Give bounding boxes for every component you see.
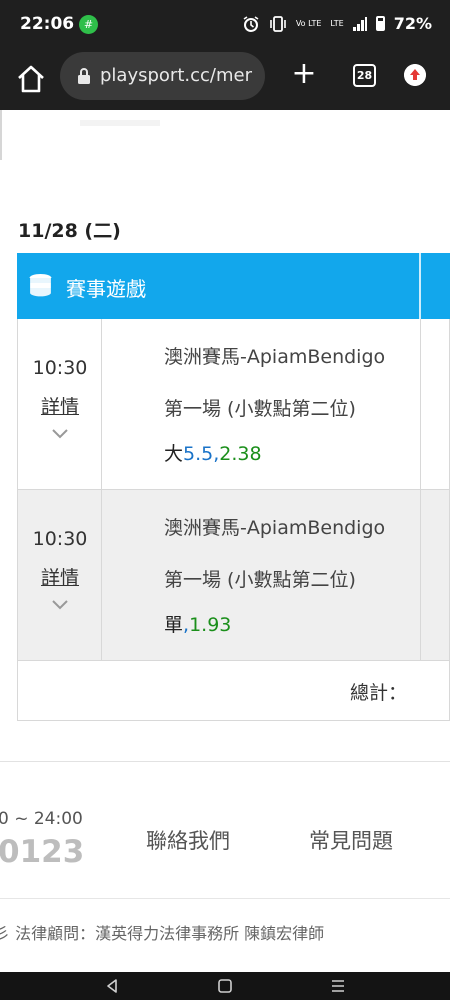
volte-icon: Vo LTE: [295, 18, 322, 28]
tab-switcher-icon[interactable]: 28: [353, 64, 376, 87]
game-time: 10:30: [32, 357, 88, 379]
notification-badge-icon: #: [79, 15, 98, 34]
pick: 單,1.93: [164, 610, 231, 637]
service-phone: 0123: [0, 834, 85, 870]
faint-divider: [80, 120, 160, 126]
pick-selection: 單: [164, 614, 184, 636]
detail-link[interactable]: 詳情: [18, 563, 102, 590]
status-bar: 22:06 # Vo LTE LTE 72%: [0, 0, 450, 50]
home-icon[interactable]: [14, 62, 48, 96]
pick-odds: 2.38: [219, 443, 262, 465]
event-subtitle: 第一場 (小數點第二位): [164, 569, 356, 591]
lock-icon: [78, 68, 90, 84]
signal-icon: [352, 16, 367, 31]
browser-toolbar: playsport.cc/mer + 28: [0, 50, 450, 110]
header-separator: [419, 253, 421, 319]
status-icons: Vo LTE LTE 72%: [242, 14, 432, 33]
vibrate-icon: [270, 15, 286, 32]
legal-advisor-text: 彡 法律顧問：漢英得力法律事務所 陳鎮宏律師: [0, 924, 325, 943]
time-cell: 10:30 詳情: [18, 490, 102, 660]
back-icon[interactable]: [98, 972, 126, 1000]
detail-link[interactable]: 詳情: [18, 392, 102, 419]
content-card: 11/28 (二) 賽事遊戲 10:30 詳情 澳洲賽馬-ApiamBendig…: [0, 110, 450, 762]
row-separator: [420, 490, 421, 660]
system-nav-bar: [0, 972, 450, 1000]
alarm-icon: [243, 15, 259, 32]
update-icon[interactable]: [404, 64, 426, 86]
pick: 大5.5,2.38: [164, 439, 262, 466]
recents-icon[interactable]: [324, 972, 352, 1000]
battery-icon: [375, 16, 385, 31]
site-footer: 0 ~ 24:00 0123 聯絡我們 常見問題 彡 法律顧問：漢英得力法律事務…: [0, 762, 450, 972]
table-title: 賽事遊戲: [66, 277, 146, 301]
total-label: 總計：: [349, 682, 407, 704]
table-row: 10:30 詳情 澳洲賽馬-ApiamBendigo 第一場 (小數點第二位) …: [17, 490, 450, 661]
event-name: 澳洲賽馬-ApiamBendigo: [164, 517, 386, 539]
home-nav-icon[interactable]: [211, 972, 239, 1000]
page-content: 11/28 (二) 賽事遊戲 10:30 詳情 澳洲賽馬-ApiamBendig…: [0, 110, 450, 972]
row-separator: [420, 319, 421, 489]
event-name: 澳洲賽馬-ApiamBendigo: [164, 346, 386, 368]
contact-us-link[interactable]: 聯絡我們: [146, 825, 230, 855]
address-bar[interactable]: playsport.cc/mer: [60, 52, 265, 100]
pick-line: 5.5: [183, 443, 214, 465]
status-time: 22:06: [20, 14, 75, 34]
total-row: 總計：: [17, 661, 450, 721]
chevron-down-icon[interactable]: [51, 599, 69, 611]
coin-stack-icon: [28, 274, 53, 298]
table-row: 10:30 詳情 澳洲賽馬-ApiamBendigo 第一場 (小數點第二位) …: [17, 319, 450, 490]
pick-selection: 大: [164, 443, 184, 465]
game-time: 10:30: [32, 528, 88, 550]
battery-percent: 72%: [393, 14, 432, 33]
time-cell: 10:30 詳情: [18, 319, 102, 489]
new-tab-icon[interactable]: +: [289, 59, 319, 90]
url-text: playsport.cc/mer: [100, 65, 252, 86]
pick-odds: 1.93: [189, 614, 232, 636]
event-subtitle: 第一場 (小數點第二位): [164, 398, 356, 420]
date-heading: 11/28 (二): [18, 220, 121, 242]
footer-divider: [0, 898, 450, 899]
lte-icon: LTE: [330, 18, 344, 28]
service-hours: 0 ~ 24:00: [0, 809, 83, 829]
card-edge: [0, 110, 2, 160]
chevron-down-icon[interactable]: [51, 428, 69, 440]
table-header: 賽事遊戲: [17, 253, 450, 319]
faq-link[interactable]: 常見問題: [309, 825, 393, 855]
